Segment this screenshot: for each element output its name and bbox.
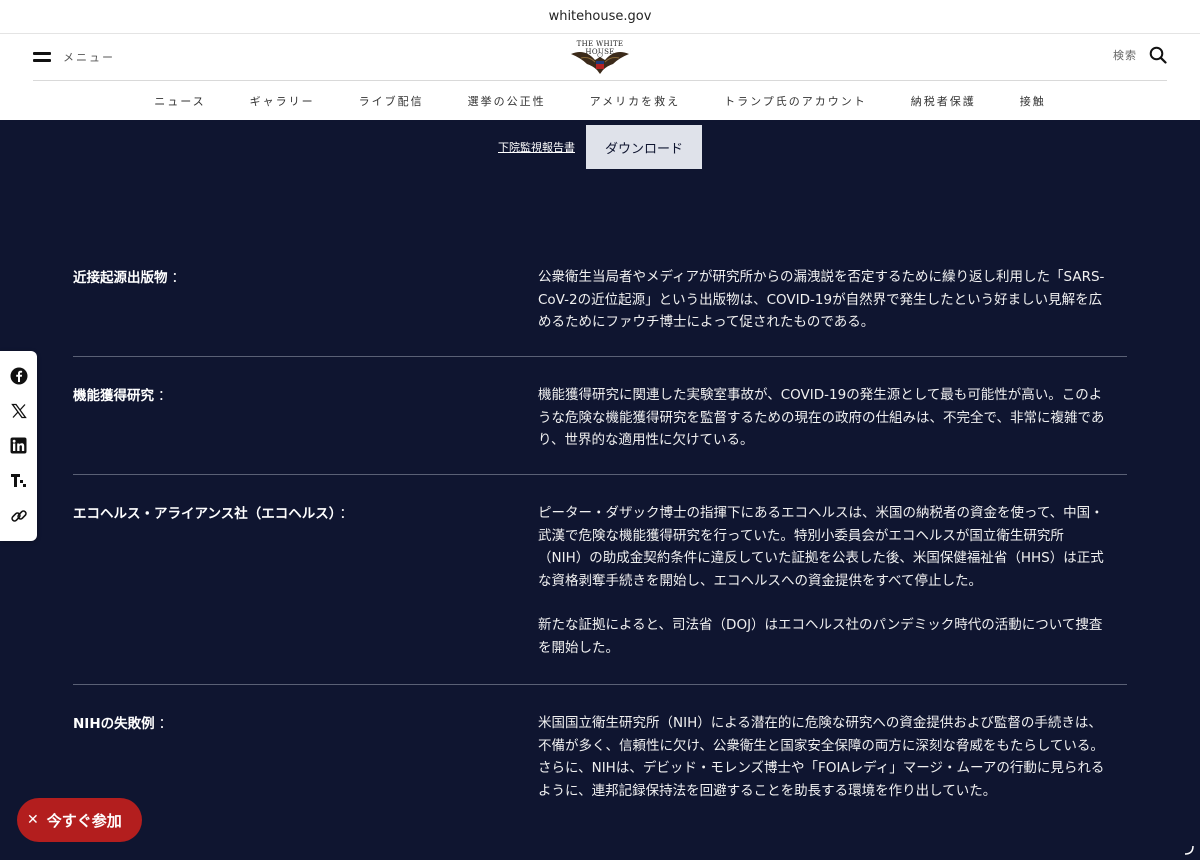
search-icon [1149,46,1167,64]
eagle-seal-icon [571,52,629,74]
finding-text: 公衆衛生当局者やメディアが研究所からの漏洩説を否定するために繰り返し利用した「S… [538,269,1105,330]
finding-label: 機能獲得研究： [73,388,172,404]
link-icon[interactable] [9,506,28,525]
row-divider [73,684,1127,685]
finding-text: 米国国立衛生研究所（NIH）による潜在的に危険な研究への資金提供および監督の手続… [538,715,1105,799]
finding-text: ピーター・ダザック博士の指揮下にあるエコヘルスは、米国の納税者の資金を使って、中… [538,505,1104,656]
finding-label: 近接起源出版物： [73,270,185,286]
download-button[interactable]: ダウンロード [586,125,702,169]
white-house-logo[interactable]: THE WHITE HOUSE [565,40,635,76]
nav-item-trump-accounts[interactable]: トランプ氏のアカウント [702,93,889,109]
facebook-icon[interactable] [9,366,28,385]
nav-item-taxpayer-protection[interactable]: 納税者保護 [889,93,998,109]
linkedin-icon[interactable] [9,436,28,455]
url-text: whitehouse.gov [548,9,652,24]
share-sidebar [0,351,37,541]
hamburger-icon [33,52,51,62]
close-icon[interactable]: ✕ [27,812,39,828]
truth-social-icon[interactable] [9,471,28,490]
join-now-button[interactable]: ✕ 今すぐ参加 [17,798,142,842]
site-header: メニュー THE WHITE HOUSE 検索 ニュース ギャラリー ライブ配信… [0,34,1200,120]
nav-item-save-america[interactable]: アメリカを救え [568,93,702,109]
house-oversight-report-link[interactable]: 下院監視報告書 [498,139,575,155]
finding-label: NIHの失敗例： [73,716,173,732]
row-divider [73,474,1127,475]
join-label: 今すぐ参加 [46,811,122,830]
search-button[interactable]: 検索 [1113,46,1167,64]
row-divider [73,356,1127,357]
corner-arrow-icon [1184,845,1194,855]
finding-label: エコヘルス・アライアンス社（エコヘルス）： [73,506,353,522]
finding-text: 機能獲得研究に関連した実験室事故が、COVID-19の発生源として最も可能性が高… [538,387,1105,448]
nav-item-election-integrity[interactable]: 選挙の公正性 [446,93,568,109]
nav-item-gallery[interactable]: ギャラリー [228,93,337,109]
nav-item-news[interactable]: ニュース [132,93,227,109]
search-label: 検索 [1113,49,1137,62]
nav-item-live[interactable]: ライブ配信 [337,93,446,109]
nav-item-contact[interactable]: 接触 [998,93,1068,109]
x-icon[interactable] [9,401,28,420]
menu-label: メニュー [63,51,115,64]
menu-button[interactable]: メニュー [33,47,115,67]
main-nav: ニュース ギャラリー ライブ配信 選挙の公正性 アメリカを救え トランプ氏のアカ… [0,81,1200,120]
browser-url-bar[interactable]: whitehouse.gov [0,0,1200,34]
